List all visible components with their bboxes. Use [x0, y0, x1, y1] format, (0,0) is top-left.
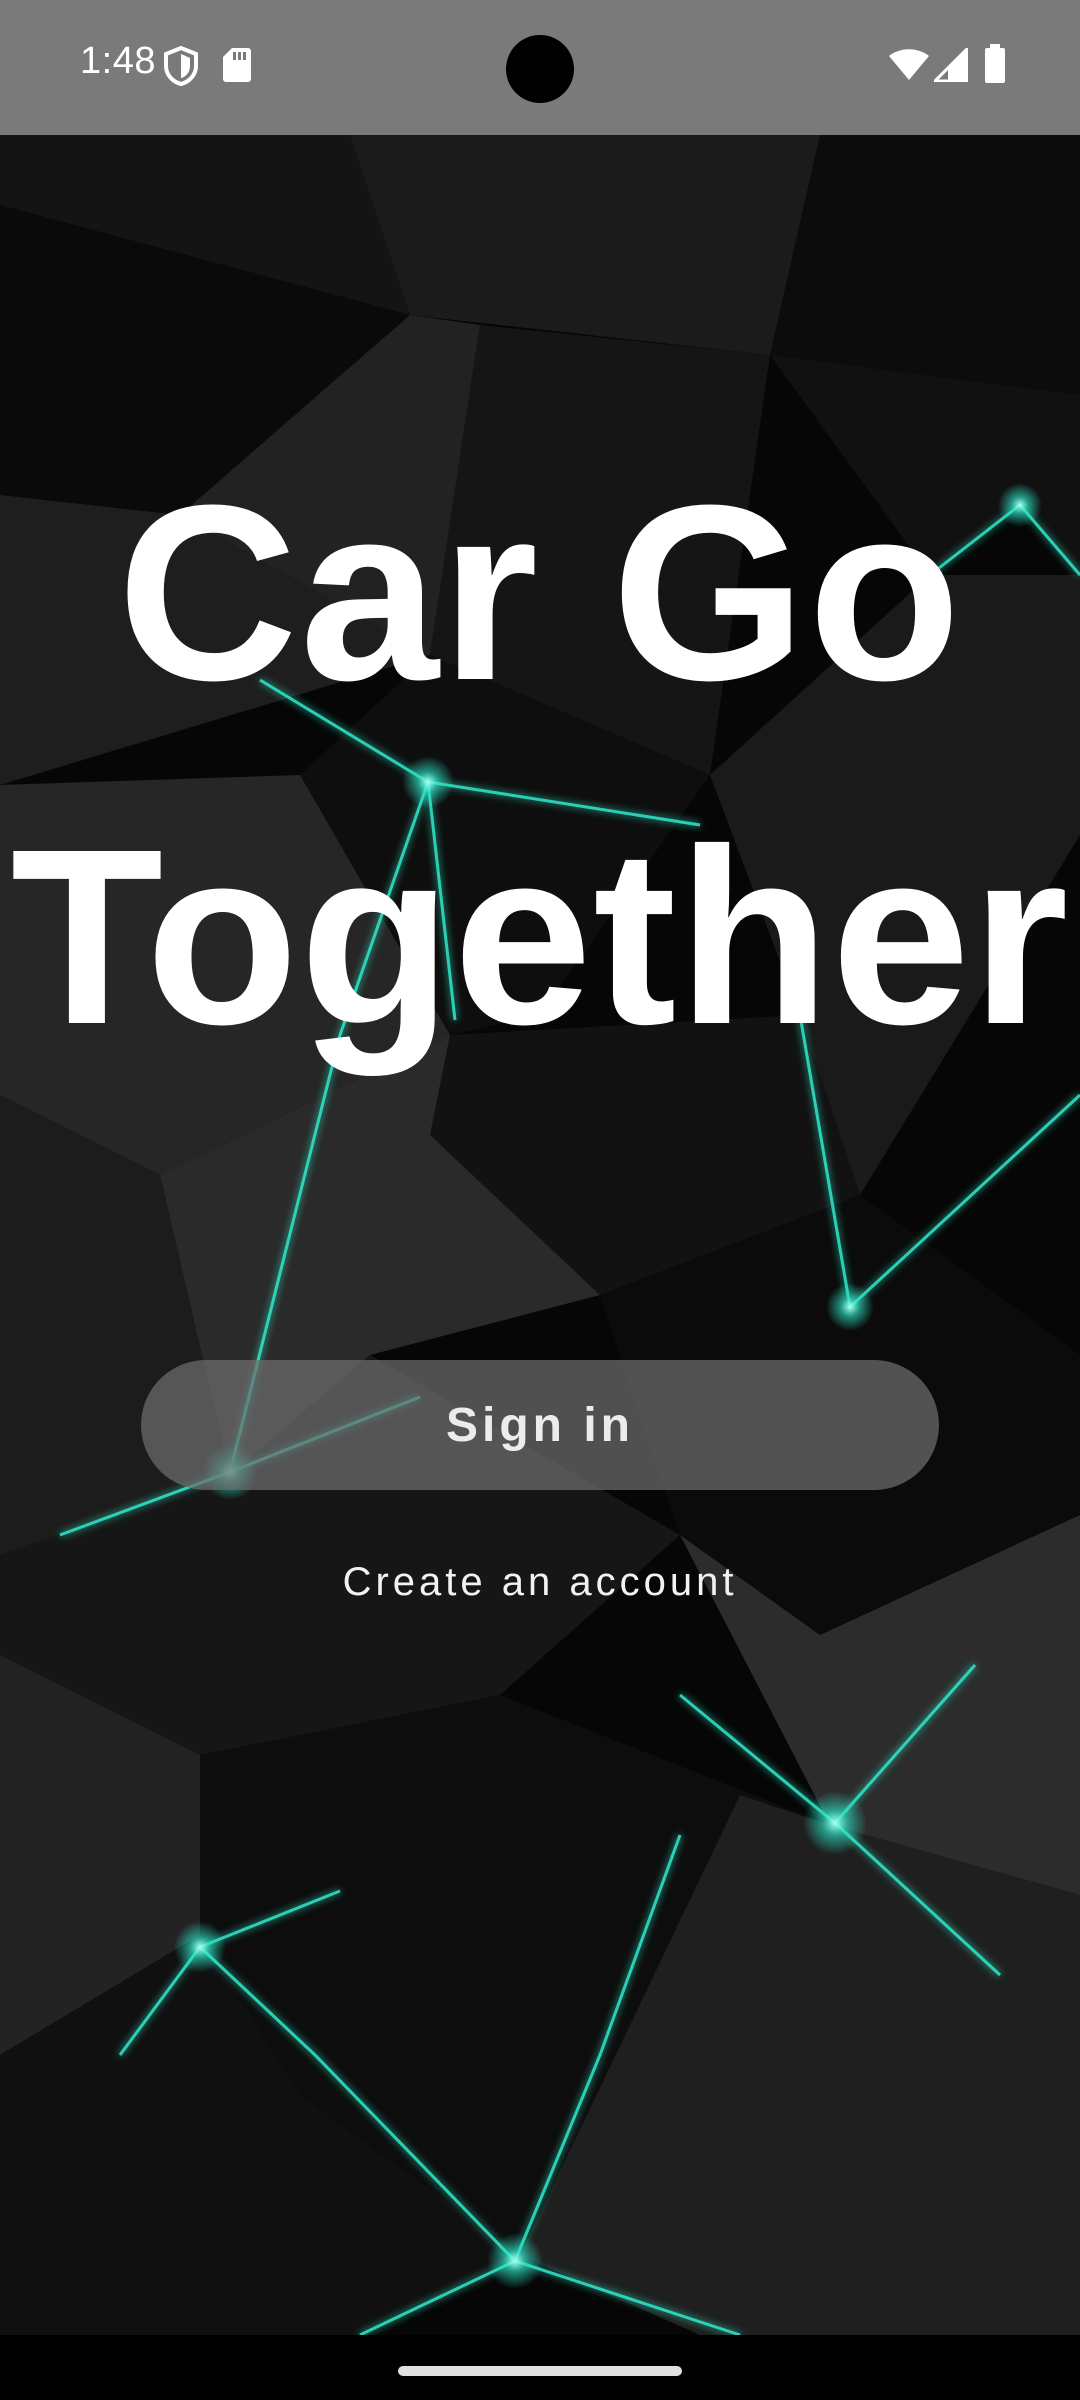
status-time: 1:48 — [80, 40, 156, 82]
welcome-screen: 1:48 Car Go Together Sign in Create an a… — [0, 0, 1080, 2400]
camera-cutout — [506, 35, 574, 103]
battery-icon — [984, 44, 1006, 89]
shield-icon — [163, 45, 199, 91]
create-account-link[interactable]: Create an account — [0, 1560, 1080, 1605]
app-title-line-1: Car Go — [117, 453, 963, 732]
navigation-bar — [0, 2335, 1080, 2400]
sign-in-button[interactable]: Sign in — [141, 1360, 939, 1490]
cell-signal-icon — [931, 45, 969, 87]
status-bar: 1:48 — [0, 0, 1080, 135]
home-indicator[interactable] — [398, 2366, 682, 2376]
app-title-line-2: Together — [10, 797, 1070, 1076]
wifi-icon — [888, 48, 930, 87]
sd-card-icon — [222, 46, 252, 89]
